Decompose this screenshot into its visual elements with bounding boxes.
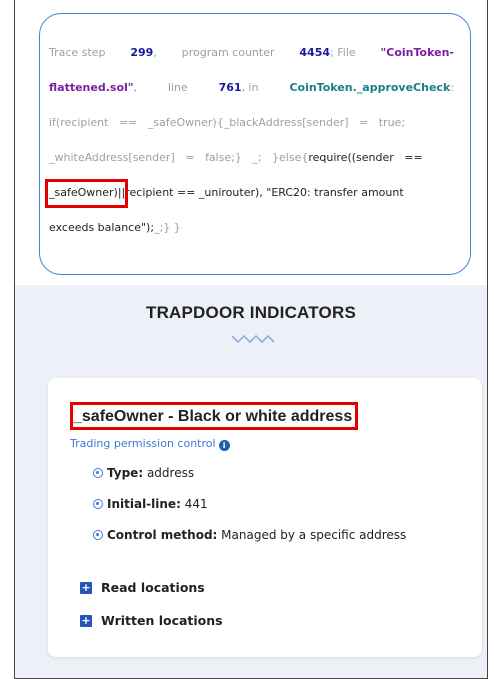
in-label: , in	[241, 81, 259, 94]
page-frame: Trace step 299, program counter 4454; Fi…	[14, 0, 488, 679]
property-label: Initial-line:	[107, 497, 181, 511]
property-type: Type: address	[93, 466, 194, 480]
trace-line-3: if(recipient == _safeOwner){_blackAddres…	[49, 114, 454, 132]
trace-step-label: Trace step	[49, 46, 106, 59]
indicator-title-highlight: _safeOwner - Black or white address	[69, 402, 359, 430]
trace-line-4: _whiteAddress[sender] = false;} _; }else…	[49, 149, 454, 167]
property-control-method: Control method: Managed by a specific ad…	[93, 528, 406, 542]
trace-line-5: _safeOwner)||recipient == _unirouter), "…	[44, 179, 454, 208]
bullet-icon	[93, 530, 103, 540]
file-name-part2: flattened.sol"	[49, 81, 134, 94]
expander-label[interactable]: Written locations	[101, 613, 223, 628]
property-value: Managed by a specific address	[221, 528, 407, 542]
code-line-6-a: exceeds balance");	[49, 221, 155, 234]
trace-section: Trace step 299, program counter 4454; Fi…	[15, 0, 487, 285]
trace-step-number: 299	[130, 46, 154, 59]
zigzag-divider-icon	[231, 334, 275, 344]
indicator-card: _safeOwner - Black or white address Trad…	[48, 378, 482, 657]
trace-comma: ,	[133, 81, 138, 94]
trace-line-1: Trace step 299, program counter 4454; Fi…	[49, 44, 454, 62]
indicator-subtitle-text: Trading permission control	[70, 437, 216, 450]
line-number: 761	[218, 81, 242, 94]
read-locations-toggle[interactable]: + Read locations	[80, 580, 205, 595]
property-label: Type:	[107, 466, 144, 480]
plus-icon[interactable]: +	[80, 614, 92, 627]
code-line-5-rest: recipient == _unirouter), "ERC20: transf…	[125, 186, 404, 199]
file-label: ; File	[330, 46, 356, 59]
program-counter-value: 4454	[299, 46, 331, 59]
property-value: 441	[184, 497, 208, 511]
section-title: TRAPDOOR INDICATORS	[145, 303, 356, 322]
property-initial-line: Initial-line: 441	[93, 497, 208, 511]
plus-icon[interactable]: +	[80, 581, 92, 594]
trace-comma: ,	[153, 46, 157, 59]
property-label: Control method:	[107, 528, 218, 542]
highlighted-safe-owner: _safeOwner)||	[44, 179, 129, 208]
function-name: CoinToken._approveCheck	[289, 81, 451, 94]
line-label: line	[167, 81, 188, 94]
trace-line-2: flattened.sol", line 761, in CoinToken._…	[49, 79, 454, 97]
property-value: address	[146, 466, 195, 480]
written-locations-toggle[interactable]: + Written locations	[80, 613, 223, 628]
file-name-part1: "CoinToken-	[380, 46, 454, 59]
bullet-icon	[93, 499, 103, 509]
expander-label[interactable]: Read locations	[101, 580, 205, 595]
trace-card: Trace step 299, program counter 4454; Fi…	[39, 13, 471, 275]
bullet-icon	[93, 468, 103, 478]
code-line-6-b: _;} }	[154, 221, 181, 234]
program-counter-label: program counter	[181, 46, 275, 59]
indicator-subtitle: Trading permission control i	[70, 437, 230, 451]
trace-colon: :	[450, 81, 454, 94]
code-line-3: if(recipient == _safeOwner){_blackAddres…	[49, 116, 406, 129]
info-icon[interactable]: i	[218, 440, 230, 451]
trace-line-6: exceeds balance");_;} }	[49, 219, 454, 237]
code-line-4-b: require((sender ==	[308, 151, 423, 164]
indicator-title: _safeOwner - Black or white address	[73, 408, 353, 425]
code-line-4-a: _whiteAddress[sender] = false;} _; }else…	[49, 151, 309, 164]
